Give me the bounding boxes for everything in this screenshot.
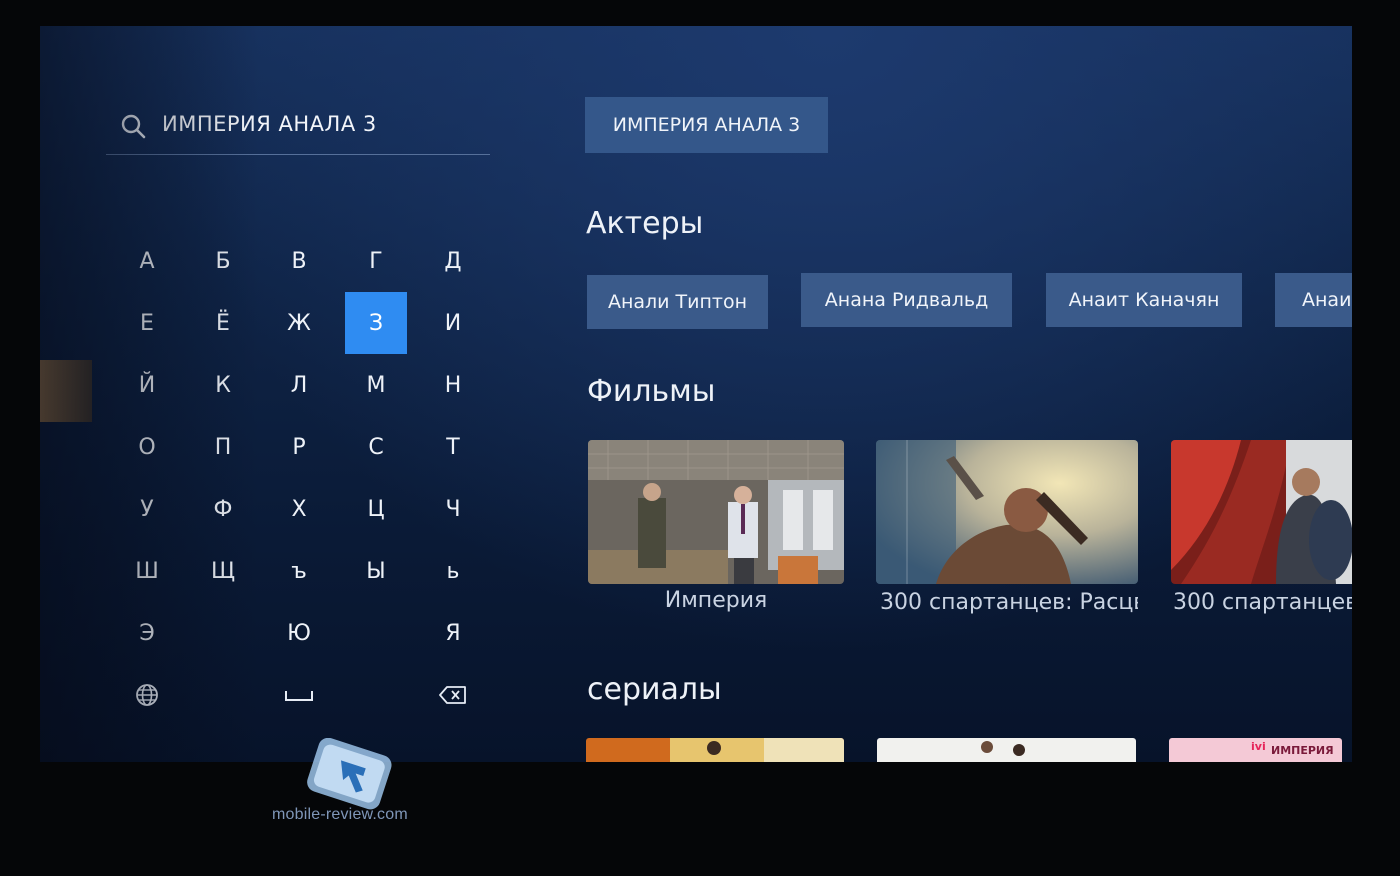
key[interactable]: Н — [422, 354, 484, 416]
search-suggestion-button[interactable]: ИМПЕРИЯ АНАЛА 3 — [585, 97, 828, 153]
key[interactable]: Л — [268, 354, 330, 416]
series-poster[interactable] — [586, 738, 844, 762]
movies-section-title: Фильмы — [587, 374, 716, 409]
actor-chip[interactable]: Анаит Каначян — [1046, 273, 1242, 327]
key[interactable]: С — [345, 416, 407, 478]
key[interactable]: ь — [422, 540, 484, 602]
key[interactable]: Ы — [345, 540, 407, 602]
key[interactable]: Т — [422, 416, 484, 478]
series-poster[interactable]: ivi ИМПЕРИЯ — [1169, 738, 1342, 762]
actor-chip[interactable]: Анаи — [1275, 273, 1352, 327]
series-poster-image — [877, 738, 1136, 762]
series-poster-image — [586, 738, 844, 762]
space-icon — [285, 691, 313, 701]
key[interactable]: А — [116, 230, 178, 292]
key[interactable]: И — [422, 292, 484, 354]
key-selected[interactable]: З — [345, 292, 407, 354]
series-poster[interactable] — [877, 738, 1136, 762]
key[interactable]: О — [116, 416, 178, 478]
screen-glare — [40, 360, 92, 422]
key[interactable]: Г — [345, 230, 407, 292]
backspace-icon — [439, 686, 466, 704]
key[interactable]: Й — [116, 354, 178, 416]
globe-icon — [136, 684, 158, 706]
key[interactable]: ъ — [268, 540, 330, 602]
search-field[interactable]: ИМПЕРИЯ АНАЛА 3 — [106, 98, 490, 155]
actor-chip[interactable]: Анали Типтон — [587, 275, 768, 329]
key[interactable]: У — [116, 478, 178, 540]
movie-poster-image — [876, 440, 1138, 584]
key[interactable]: Ц — [345, 478, 407, 540]
key[interactable]: В — [268, 230, 330, 292]
key[interactable]: Э — [116, 602, 178, 664]
search-query: ИМПЕРИЯ АНАЛА 3 — [162, 112, 377, 136]
watermark-text: mobile-review.com — [272, 806, 408, 823]
key[interactable]: Д — [422, 230, 484, 292]
backspace-key[interactable] — [422, 664, 484, 726]
key[interactable]: Ж — [268, 292, 330, 354]
key[interactable]: Ф — [192, 478, 254, 540]
key[interactable]: Ю — [268, 602, 330, 664]
key[interactable]: Ч — [422, 478, 484, 540]
key[interactable]: Ш — [116, 540, 178, 602]
movie-poster-image — [588, 440, 844, 584]
language-key[interactable] — [116, 664, 178, 726]
key[interactable]: П — [192, 416, 254, 478]
key[interactable]: Б — [192, 230, 254, 292]
key[interactable]: Х — [268, 478, 330, 540]
key[interactable]: Е — [116, 292, 178, 354]
movie-poster[interactable] — [876, 440, 1138, 584]
key[interactable]: Ё — [192, 292, 254, 354]
key[interactable]: К — [192, 354, 254, 416]
movie-title: 300 спартанцев — [1173, 590, 1352, 615]
key[interactable]: Я — [422, 602, 484, 664]
movie-poster[interactable] — [1171, 440, 1352, 584]
series-section-title: сериалы — [587, 672, 722, 707]
search-icon — [121, 114, 146, 139]
actor-chip[interactable]: Анана Ридвальд — [801, 273, 1012, 327]
key[interactable]: Щ — [192, 540, 254, 602]
tv-screen: ИМПЕРИЯ АНАЛА 3 А Б В Г Д Е Ё Ж З И Й К … — [40, 26, 1352, 762]
actors-section-title: Актеры — [586, 206, 704, 241]
movie-poster[interactable] — [588, 440, 844, 584]
ivi-logo: ivi — [1251, 740, 1266, 753]
movie-title: 300 спартанцев: Расцв — [880, 590, 1138, 615]
space-key[interactable] — [268, 664, 330, 726]
key[interactable]: М — [345, 354, 407, 416]
key[interactable]: Р — [268, 416, 330, 478]
series-poster-title: ИМПЕРИЯ — [1271, 744, 1334, 757]
movie-poster-image — [1171, 440, 1352, 584]
movie-title: Империя — [664, 588, 768, 613]
